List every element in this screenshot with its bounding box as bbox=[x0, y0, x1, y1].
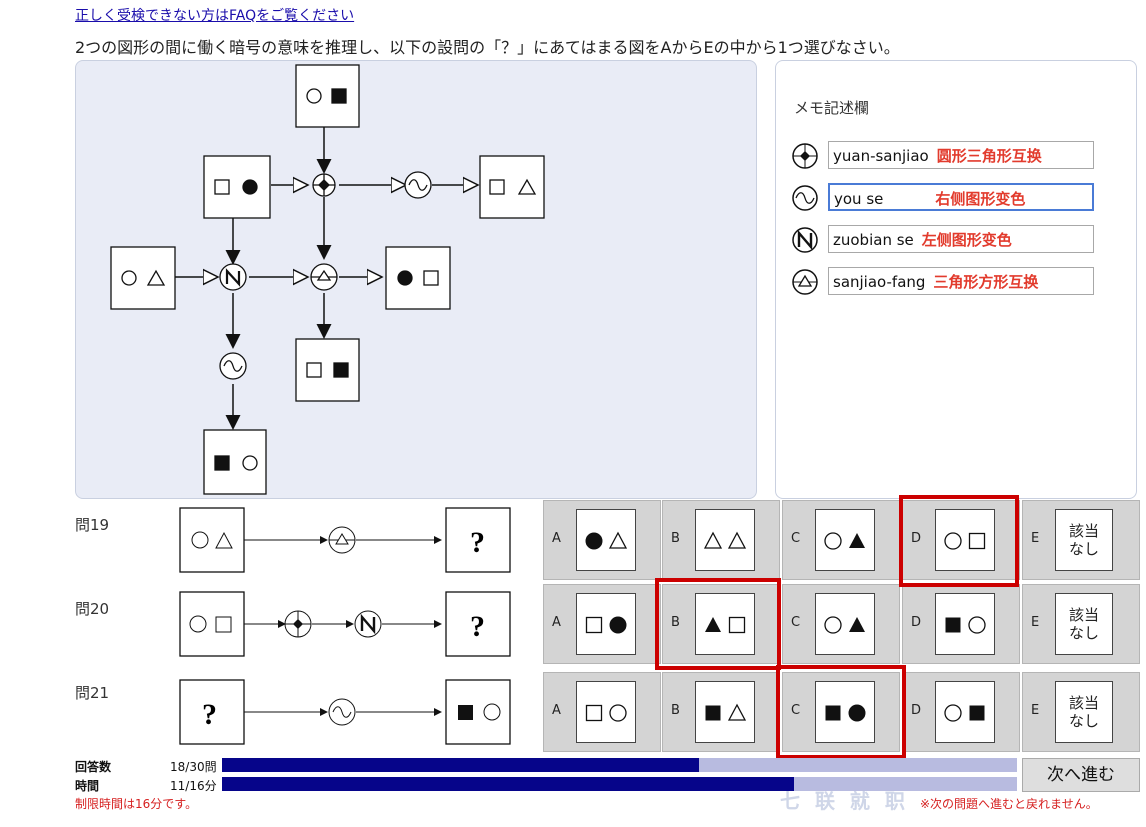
option-q19-a[interactable]: A bbox=[543, 500, 661, 580]
example-diagram-panel bbox=[75, 60, 757, 499]
option-letter: B bbox=[671, 615, 680, 630]
option-letter: A bbox=[552, 703, 561, 718]
option-letter: E bbox=[1031, 531, 1040, 546]
option-q19-c[interactable]: C bbox=[782, 500, 900, 580]
memo-input[interactable]: yuan-sanjiao 圆形三角形互换 bbox=[828, 141, 1094, 169]
memo-title: メモ記述欄 bbox=[794, 99, 870, 117]
option-letter: D bbox=[911, 531, 922, 546]
question-19-sequence: ? bbox=[179, 507, 511, 573]
question-20-sequence: ? bbox=[179, 591, 511, 657]
option-letter: C bbox=[791, 703, 801, 718]
option-figure bbox=[695, 681, 755, 743]
option-letter: B bbox=[671, 703, 680, 718]
option-figure bbox=[815, 681, 875, 743]
memo-row: you se 右侧图形变色 bbox=[790, 183, 1110, 213]
option-q20-d[interactable]: D bbox=[902, 584, 1020, 664]
time-count: 11/16分 bbox=[170, 779, 217, 793]
next-button[interactable]: 次へ進む bbox=[1022, 758, 1140, 792]
option-figure bbox=[815, 509, 875, 571]
option-figure bbox=[576, 681, 636, 743]
option-letter: B bbox=[671, 531, 680, 546]
faq-link[interactable]: 正しく受検できない方はFAQをご覧ください bbox=[75, 5, 354, 25]
question-label-20: 問20 bbox=[75, 600, 110, 618]
memo-panel: メモ記述欄 yuan-sanjiao 圆形三角形互换 you se 右侧图形变色 z… bbox=[775, 60, 1137, 499]
option-figure bbox=[576, 593, 636, 655]
time-progress-fill bbox=[222, 777, 795, 791]
option-figure bbox=[935, 509, 995, 571]
time-progress-bar bbox=[222, 777, 1017, 791]
option-q20-a[interactable]: A bbox=[543, 584, 661, 664]
question-21-sequence: ? bbox=[179, 679, 511, 745]
option-figure bbox=[815, 593, 875, 655]
answers-progress-bar bbox=[222, 758, 1017, 772]
option-q20-e[interactable]: E 該当 なし bbox=[1022, 584, 1140, 664]
triangle-circle-icon bbox=[792, 269, 818, 295]
option-letter: D bbox=[911, 615, 922, 630]
memo-input[interactable]: zuobian se 左侧图形变色 bbox=[828, 225, 1094, 253]
memo-row: yuan-sanjiao 圆形三角形互换 bbox=[790, 141, 1110, 171]
option-none: 該当 なし bbox=[1055, 681, 1113, 743]
no-return-note: ※次の問題へ進むと戻れません。 bbox=[920, 797, 1098, 811]
time-limit-note: 制限時間は16分です。 bbox=[75, 797, 198, 811]
wave-circle-icon bbox=[792, 185, 818, 211]
instruction-text: 2つの図形の間に働く暗号の意味を推理し、以下の設問の「？」にあてはまる図をAから… bbox=[75, 38, 900, 57]
option-q19-e[interactable]: E 該当 なし bbox=[1022, 500, 1140, 580]
option-q19-d[interactable]: D bbox=[902, 500, 1020, 580]
memo-input[interactable]: you se 右侧图形变色 bbox=[828, 183, 1094, 211]
option-q21-b[interactable]: B bbox=[662, 672, 780, 752]
memo-row: zuobian se 左侧图形变色 bbox=[790, 225, 1110, 255]
option-figure bbox=[695, 509, 755, 571]
option-q21-c[interactable]: C bbox=[782, 672, 900, 752]
question-label-19: 問19 bbox=[75, 516, 110, 534]
n-circle-icon bbox=[792, 227, 818, 253]
option-letter: E bbox=[1031, 615, 1040, 630]
option-q19-b[interactable]: B bbox=[662, 500, 780, 580]
cipher-diagram bbox=[110, 64, 545, 495]
option-letter: D bbox=[911, 703, 922, 718]
answers-progress-fill bbox=[222, 758, 699, 772]
memo-row: sanjiao-fang 三角形方形互换 bbox=[790, 267, 1110, 297]
option-q20-b[interactable]: B bbox=[662, 584, 780, 664]
cross-circle-icon bbox=[792, 143, 818, 169]
option-none: 該当 なし bbox=[1055, 593, 1113, 655]
question-mark: ? bbox=[470, 526, 485, 559]
option-letter: C bbox=[791, 615, 801, 630]
question-label-21: 問21 bbox=[75, 684, 110, 702]
option-letter: A bbox=[552, 531, 561, 546]
option-letter: E bbox=[1031, 703, 1040, 718]
option-q21-e[interactable]: E 該当 なし bbox=[1022, 672, 1140, 752]
memo-input[interactable]: sanjiao-fang 三角形方形互换 bbox=[828, 267, 1094, 295]
question-mark: ? bbox=[470, 610, 485, 643]
option-q21-a[interactable]: A bbox=[543, 672, 661, 752]
option-q20-c[interactable]: C bbox=[782, 584, 900, 664]
option-letter: C bbox=[791, 531, 801, 546]
answers-count: 18/30問 bbox=[170, 760, 217, 774]
option-figure bbox=[935, 593, 995, 655]
option-figure bbox=[695, 593, 755, 655]
answers-label: 回答数 bbox=[75, 760, 112, 774]
question-mark: ? bbox=[202, 698, 217, 731]
time-label: 時間 bbox=[75, 779, 100, 793]
option-letter: A bbox=[552, 615, 561, 630]
option-figure bbox=[935, 681, 995, 743]
option-none: 該当 なし bbox=[1055, 509, 1113, 571]
option-figure bbox=[576, 509, 636, 571]
option-q21-d[interactable]: D bbox=[902, 672, 1020, 752]
